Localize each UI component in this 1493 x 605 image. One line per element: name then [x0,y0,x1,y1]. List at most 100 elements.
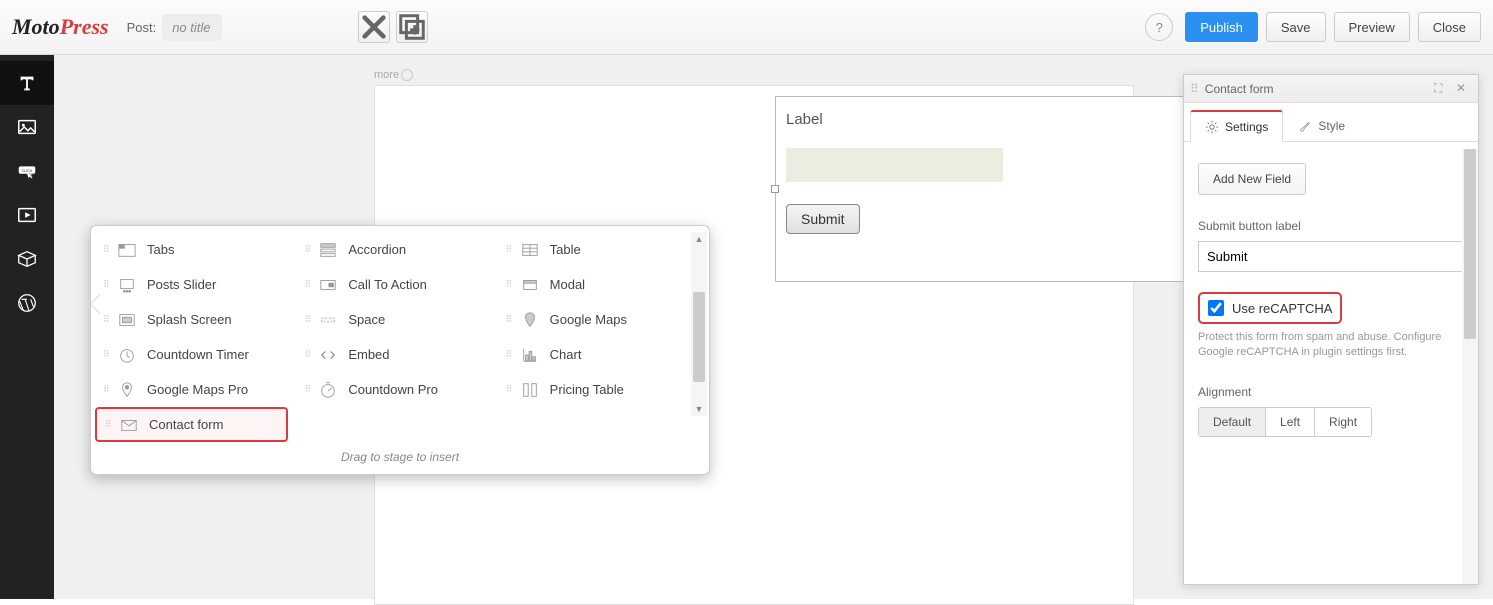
settings-panel: ⠿ Contact form ⛶ ✕ Settings Style Add Ne… [1183,74,1479,585]
close-button[interactable]: Close [1418,12,1481,42]
widget-google-maps-pro[interactable]: ⠿Google Maps Pro [95,372,288,407]
text-icon [16,72,38,94]
rail-wordpress[interactable] [0,281,54,325]
rail-text[interactable] [0,61,54,105]
use-recaptcha-row[interactable]: Use reCAPTCHA [1198,292,1342,324]
widget-table[interactable]: ⠿Table [498,232,691,267]
flyout-scrollbar[interactable]: ▲ ▼ [691,232,707,416]
expand-icon[interactable]: ⛶ [1434,81,1450,97]
submit-label-input[interactable] [1198,241,1464,272]
rail-media[interactable] [0,193,54,237]
panel-scrollbar[interactable] [1462,149,1478,584]
alignment-left[interactable]: Left [1266,408,1315,436]
widget-column-1: ⠿Tabs ⠿Posts Slider ⠿Splash Screen ⠿Coun… [91,232,292,442]
widget-space[interactable]: ⠿Space [296,302,489,337]
widget-column-2: ⠿Accordion ⠿Call To Action ⠿Space ⠿Embed… [292,232,493,442]
table-icon [521,241,539,259]
rail-image[interactable] [0,105,54,149]
play-icon [16,204,38,226]
scroll-thumb[interactable] [693,292,705,382]
chart-icon [521,346,539,364]
resize-handle-left[interactable] [771,185,779,193]
duplicate-icon [397,12,427,42]
help-button[interactable]: ? [1145,13,1173,41]
pin-icon [521,311,539,329]
alignment-right[interactable]: Right [1315,408,1371,436]
rail-button[interactable]: CLICK [0,149,54,193]
form-field-label: Label [786,111,1204,128]
widget-countdown-pro[interactable]: ⠿Countdown Pro [296,372,489,407]
envelope-icon [120,416,138,434]
close-panel-icon[interactable]: ✕ [1456,81,1472,97]
scroll-down-icon[interactable]: ▼ [691,402,707,416]
x-icon [359,12,389,42]
countdown-pro-icon [319,381,337,399]
button-icon: CLICK [16,160,38,182]
widget-pricing-table[interactable]: ⠿Pricing Table [498,372,691,407]
logo: MotoPress [0,14,127,40]
tab-style[interactable]: Style [1283,109,1360,141]
widget-contact-form[interactable]: ⠿Contact form [95,407,288,442]
preview-button[interactable]: Preview [1334,12,1410,42]
brush-icon [1298,119,1312,133]
logo-text-2: Press [60,14,109,40]
form-submit-button[interactable]: Submit [786,204,860,234]
duplicate-button[interactable] [396,11,428,43]
widget-chart[interactable]: ⠿Chart [498,337,691,372]
submit-label-caption: Submit button label [1198,219,1464,233]
close-editor-button[interactable] [358,11,390,43]
slider-icon [118,276,136,294]
box-icon [16,248,38,270]
alignment-segmented: Default Left Right [1198,407,1372,437]
contact-form-preview[interactable]: Label Submit [775,96,1215,282]
use-recaptcha-checkbox[interactable] [1208,300,1224,316]
top-toolbar: MotoPress Post: no title ? Publish Save … [0,0,1493,55]
widget-accordion[interactable]: ⠿Accordion [296,232,489,267]
widget-tabs[interactable]: ⠿Tabs [95,232,288,267]
modal-icon [521,276,539,294]
pricing-icon [521,381,539,399]
widgets-flyout: ⠿Tabs ⠿Posts Slider ⠿Splash Screen ⠿Coun… [90,225,710,475]
panel-titlebar[interactable]: ⠿ Contact form ⛶ ✕ [1184,75,1478,103]
more-tag: more [374,69,413,81]
add-new-field-button[interactable]: Add New Field [1198,163,1306,195]
widget-call-to-action[interactable]: ⠿Call To Action [296,267,489,302]
widget-column-3: ⠿Table ⠿Modal ⠿Google Maps ⠿Chart ⠿Prici… [494,232,709,442]
widget-embed[interactable]: ⠿Embed [296,337,489,372]
timer-icon [118,346,136,364]
alignment-caption: Alignment [1198,385,1464,399]
post-title-input[interactable]: no title [162,14,222,41]
accordion-icon [319,241,337,259]
form-field-input[interactable] [786,148,1003,182]
save-button[interactable]: Save [1266,12,1326,42]
panel-body: Add New Field Submit button label Use re… [1184,149,1478,584]
flyout-hint: Drag to stage to insert [91,442,709,474]
tabs-icon [118,241,136,259]
panel-title-text: Contact form [1205,82,1274,96]
panel-scroll-thumb[interactable] [1464,149,1476,339]
space-icon [319,311,337,329]
widget-splash-screen[interactable]: ⠿Splash Screen [95,302,288,337]
embed-icon [319,346,337,364]
logo-text-1: Moto [12,14,60,40]
svg-text:CLICK: CLICK [22,169,33,173]
alignment-default[interactable]: Default [1199,408,1266,436]
widget-countdown-timer[interactable]: ⠿Countdown Timer [95,337,288,372]
maps-pro-icon [118,381,136,399]
panel-tabs: Settings Style [1184,103,1478,142]
image-icon [16,116,38,138]
widget-google-maps[interactable]: ⠿Google Maps [498,302,691,337]
post-label: Post: [127,20,157,35]
scroll-up-icon[interactable]: ▲ [691,232,707,246]
wordpress-icon [16,292,38,314]
rail-widgets[interactable] [0,237,54,281]
gear-icon [1205,120,1219,134]
widget-posts-slider[interactable]: ⠿Posts Slider [95,267,288,302]
use-recaptcha-label: Use reCAPTCHA [1232,301,1332,316]
help-icon: ? [1156,20,1163,35]
widget-modal[interactable]: ⠿Modal [498,267,691,302]
publish-button[interactable]: Publish [1185,12,1258,42]
cta-icon [319,276,337,294]
drag-grip-icon: ⠿ [1190,82,1199,96]
tab-settings[interactable]: Settings [1190,110,1283,142]
